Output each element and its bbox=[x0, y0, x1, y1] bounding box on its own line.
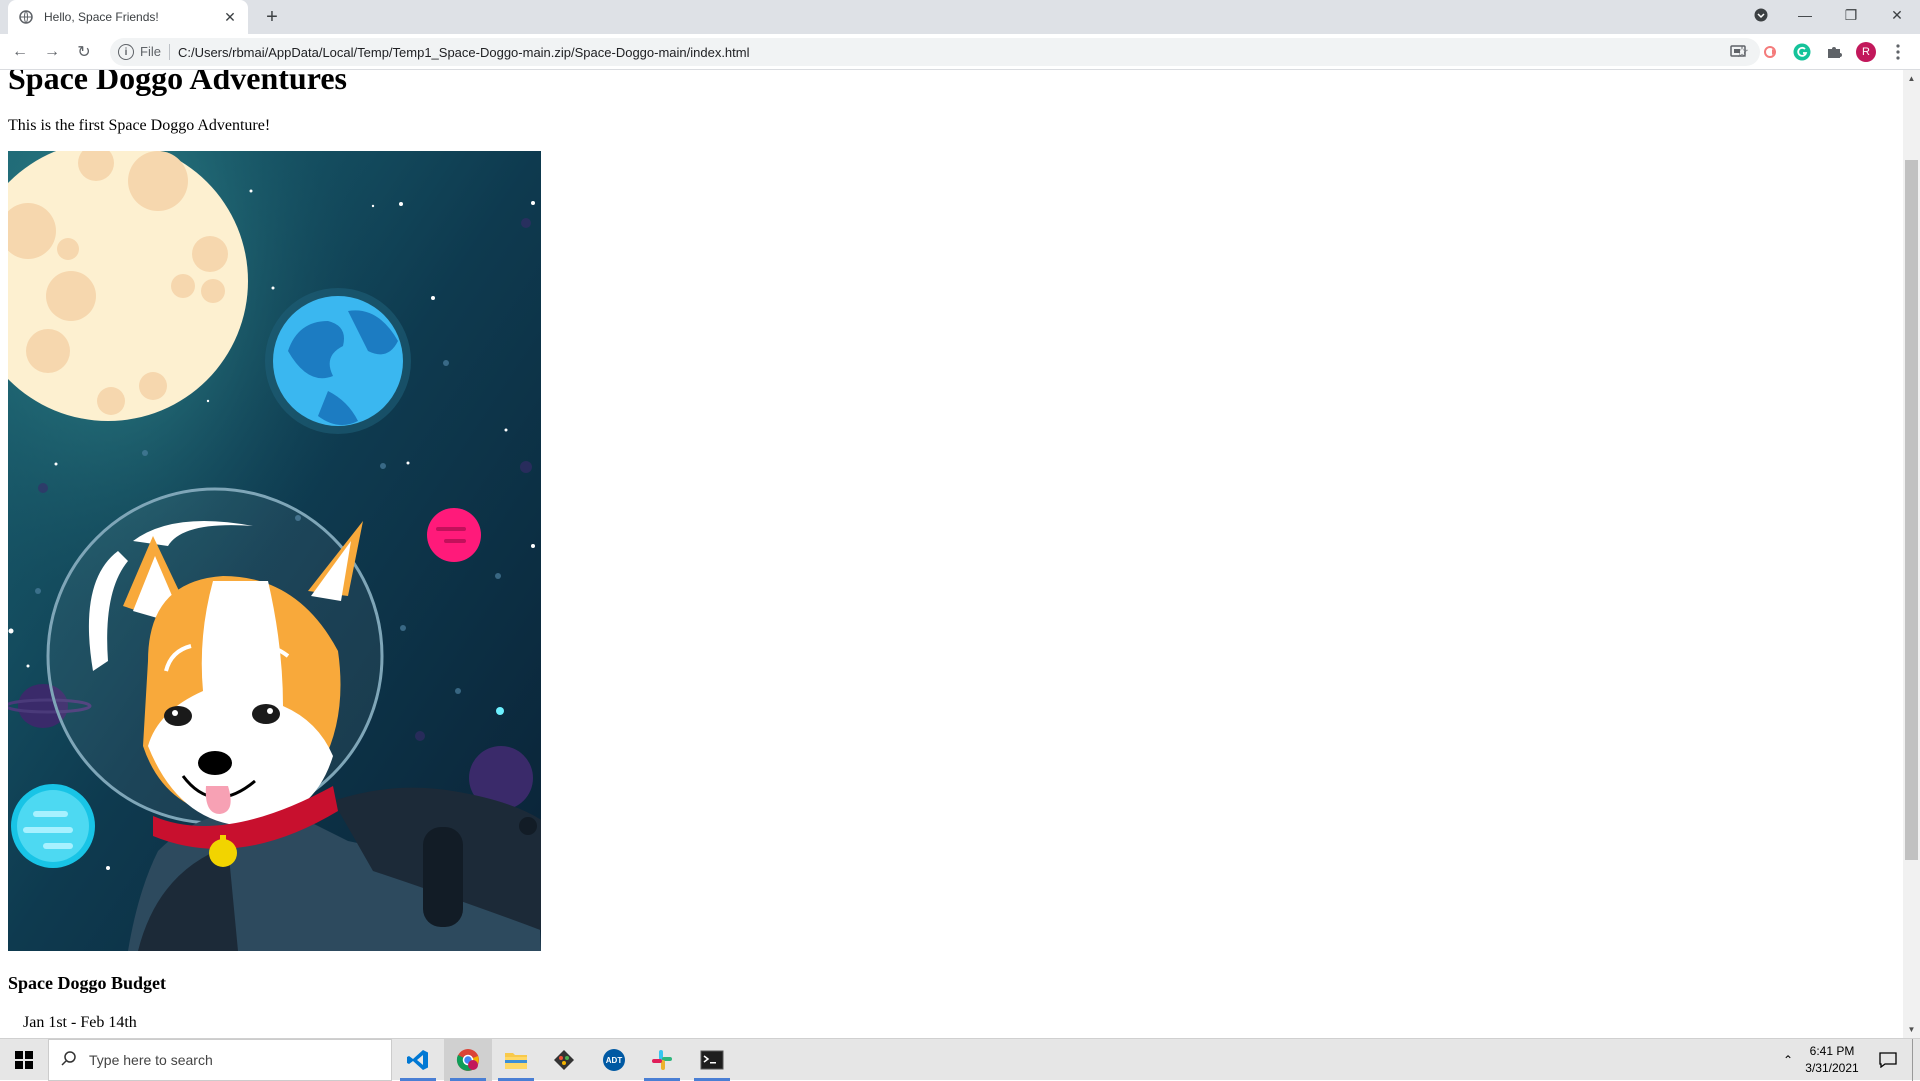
vertical-scrollbar[interactable]: ▲ ▼ bbox=[1903, 70, 1920, 1038]
chrome-taskbar-icon[interactable] bbox=[444, 1039, 492, 1081]
file-explorer-icon[interactable] bbox=[492, 1039, 540, 1081]
close-window-icon[interactable]: ✕ bbox=[1874, 0, 1920, 30]
extensions-puzzle-icon[interactable] bbox=[1824, 42, 1844, 62]
scroll-up-icon[interactable]: ▲ bbox=[1903, 70, 1920, 87]
terminal-icon[interactable] bbox=[688, 1039, 736, 1081]
windows-taskbar: Type here to search ADT ⌃ 6:41 PM 3/31/2… bbox=[0, 1038, 1920, 1081]
search-icon bbox=[61, 1050, 77, 1071]
clock-time: 6:41 PM bbox=[1809, 1044, 1855, 1058]
tab-title: Hello, Space Friends! bbox=[44, 10, 159, 24]
globe-icon bbox=[18, 9, 34, 25]
new-tab-button[interactable]: + bbox=[260, 5, 284, 29]
address-scheme: File bbox=[140, 44, 170, 60]
browser-tab[interactable]: Hello, Space Friends! ✕ bbox=[8, 0, 248, 34]
taskbar-clock[interactable]: 6:41 PM 3/31/2021 bbox=[1792, 1043, 1872, 1077]
slack-icon[interactable] bbox=[638, 1039, 686, 1081]
address-bar[interactable]: i File C:/Users/rbmai/AppData/Local/Temp… bbox=[110, 38, 1760, 66]
forward-arrow-icon[interactable]: → bbox=[40, 40, 64, 64]
page-heading: Space Doggo Adventures bbox=[8, 70, 347, 96]
close-tab-icon[interactable]: ✕ bbox=[222, 9, 238, 25]
back-arrow-icon[interactable]: ← bbox=[8, 40, 32, 64]
kebab-menu-icon[interactable] bbox=[1888, 42, 1908, 62]
restore-icon[interactable]: ❐ bbox=[1828, 0, 1874, 30]
info-icon[interactable]: i bbox=[118, 44, 134, 60]
profile-avatar[interactable]: R bbox=[1856, 42, 1876, 62]
tab-search-icon[interactable] bbox=[1738, 0, 1784, 30]
budget-date-range: Jan 1st - Feb 14th bbox=[23, 1014, 137, 1031]
space-doggo-illustration bbox=[8, 151, 541, 951]
address-url[interactable]: C:/Users/rbmai/AppData/Local/Temp/Temp1_… bbox=[178, 45, 1730, 60]
cyan-planet bbox=[11, 784, 95, 868]
scrollbar-thumb[interactable] bbox=[1905, 160, 1918, 860]
intro-paragraph: This is the first Space Doggo Adventure! bbox=[8, 117, 271, 134]
page-content: Space Doggo Adventures This is the first… bbox=[8, 70, 541, 1032]
scroll-down-icon[interactable]: ▼ bbox=[1903, 1021, 1920, 1038]
budget-heading: Space Doggo Budget bbox=[8, 973, 167, 993]
browser-toolbar: ← → ↻ i File C:/Users/rbmai/AppData/Loca… bbox=[0, 34, 1920, 70]
vscode-icon[interactable] bbox=[394, 1039, 442, 1081]
grammarly-icon[interactable] bbox=[1792, 42, 1812, 62]
cast-extension-icon[interactable] bbox=[1728, 42, 1748, 62]
earth bbox=[265, 288, 411, 434]
reload-icon[interactable]: ↻ bbox=[72, 40, 96, 64]
adt-icon[interactable]: ADT bbox=[590, 1039, 638, 1081]
page-viewport: Space Doggo Adventures This is the first… bbox=[0, 70, 1920, 1038]
clock-date: 3/31/2021 bbox=[1805, 1061, 1859, 1075]
windows-start-icon[interactable] bbox=[0, 1039, 48, 1081]
screencast-extension-icon[interactable] bbox=[1760, 42, 1780, 62]
profile-initial: R bbox=[1862, 46, 1870, 58]
show-desktop-button[interactable] bbox=[1912, 1039, 1920, 1081]
svg-text:ADT: ADT bbox=[606, 1056, 623, 1065]
browser-tab-strip: Hello, Space Friends! ✕ + — ❐ ✕ bbox=[0, 0, 1920, 34]
taskbar-search-box[interactable]: Type here to search bbox=[48, 1039, 392, 1081]
pink-planet bbox=[427, 508, 481, 562]
notification-center-icon[interactable] bbox=[1872, 1039, 1904, 1081]
minimize-icon[interactable]: — bbox=[1782, 0, 1828, 30]
search-placeholder: Type here to search bbox=[89, 1052, 213, 1068]
git-kraken-icon[interactable] bbox=[540, 1039, 588, 1081]
